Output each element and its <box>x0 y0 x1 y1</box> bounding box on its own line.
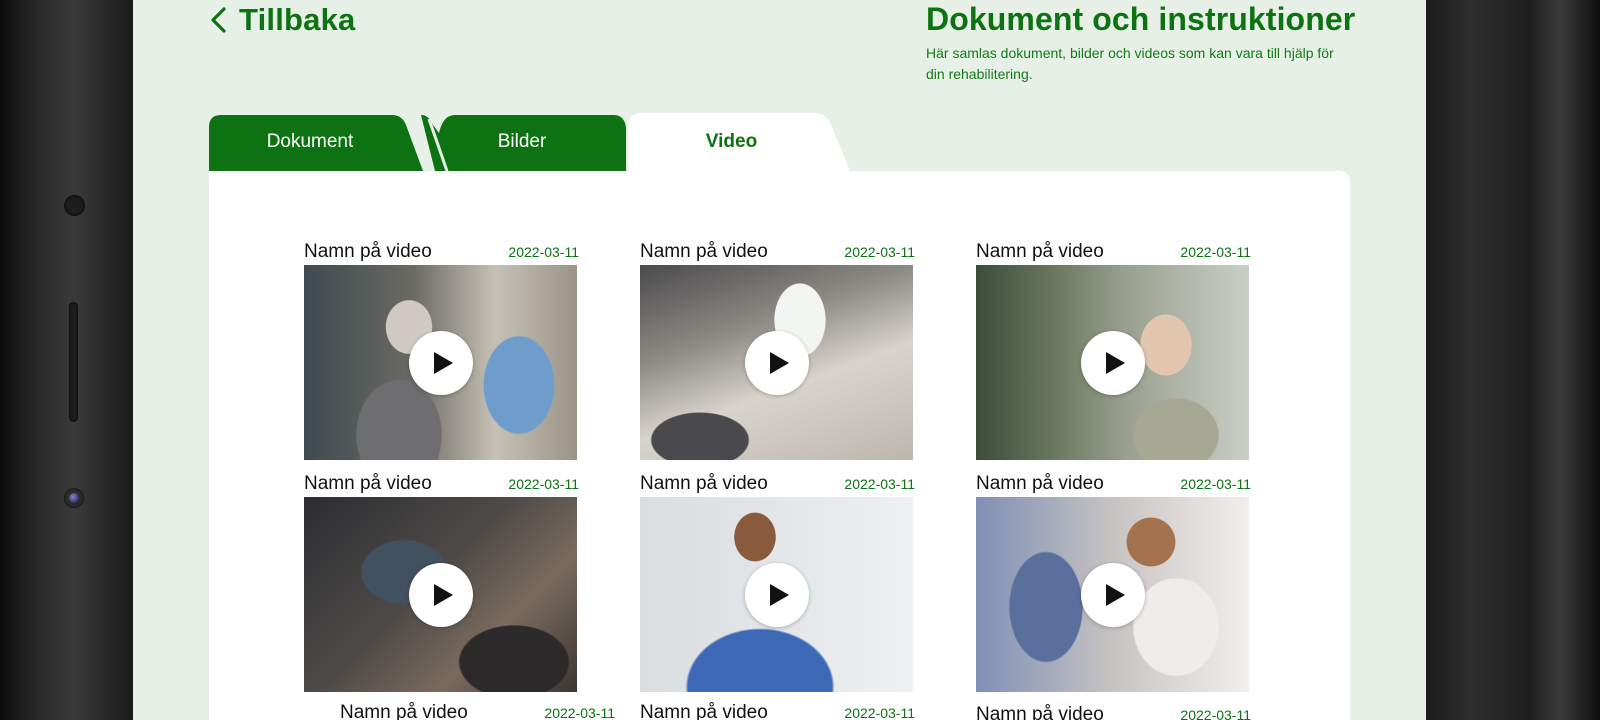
video-title: Namn på video <box>304 241 432 262</box>
back-label: Tillbaka <box>239 2 356 37</box>
video-card: Namn på video 2022-03-11 <box>640 241 915 460</box>
play-button[interactable] <box>744 562 809 627</box>
tab-bilder-label: Bilder <box>497 131 547 152</box>
video-title: Namn på video <box>976 241 1104 262</box>
video-title: Namn på video <box>640 473 768 494</box>
chevron-left-icon <box>211 7 226 33</box>
video-card: Namn på video 2022-03-11 <box>976 704 1251 720</box>
page-title: Dokument och instruktioner <box>926 1 1356 37</box>
video-thumbnail[interactable] <box>640 497 913 692</box>
video-date: 2022-03-11 <box>1180 476 1251 492</box>
page-subtitle: Här samlas dokument, bilder och videos s… <box>926 45 1334 82</box>
video-thumbnail[interactable] <box>976 497 1249 692</box>
play-icon <box>434 583 453 606</box>
play-button[interactable] <box>1080 562 1145 627</box>
app-screen: Tillbaka Dokument och instruktioner Här … <box>133 0 1426 720</box>
play-icon <box>770 583 789 606</box>
play-button[interactable] <box>408 330 473 395</box>
video-title: Namn på video <box>640 241 768 262</box>
tab-video[interactable]: Video <box>628 113 853 171</box>
video-card: Namn på video 2022-03-11 <box>976 241 1251 460</box>
video-thumbnail[interactable] <box>304 497 577 692</box>
device-sensor <box>64 195 85 216</box>
back-button[interactable]: Tillbaka <box>207 0 355 40</box>
video-title: Namn på video <box>976 704 1104 720</box>
tab-video-label: Video <box>705 131 758 152</box>
video-date: 2022-03-11 <box>508 476 579 492</box>
video-date: 2022-03-11 <box>544 705 615 720</box>
play-icon <box>1106 351 1125 374</box>
play-icon <box>434 351 453 374</box>
video-title: Namn på video <box>304 473 432 494</box>
device-side-button <box>69 302 78 422</box>
tab-dokument-label: Dokument <box>266 131 354 152</box>
video-card: Namn på video 2022-03-11 <box>976 473 1251 692</box>
video-title: Namn på video <box>976 473 1104 494</box>
video-date: 2022-03-11 <box>1180 244 1251 260</box>
video-card: Namn på video 2022-03-11 <box>304 241 579 460</box>
play-button[interactable] <box>744 330 809 395</box>
video-thumbnail[interactable] <box>640 265 913 460</box>
video-date: 2022-03-11 <box>844 476 915 492</box>
video-thumbnail[interactable] <box>304 265 577 460</box>
play-button[interactable] <box>408 562 473 627</box>
video-panel: Namn på video 2022-03-11 Namn på video 2… <box>209 171 1350 720</box>
video-card: Namn på video 2022-03-11 <box>640 473 915 692</box>
video-card: Namn på video 2022-03-11 <box>640 702 915 720</box>
device-camera-lens <box>64 488 84 508</box>
tab-dokument[interactable]: Dokument <box>209 113 429 171</box>
play-icon <box>770 351 789 374</box>
video-card: Namn på video 2022-03-11 <box>304 473 579 692</box>
video-date: 2022-03-11 <box>1180 707 1251 720</box>
tab-bilder[interactable]: Bilder <box>421 113 641 171</box>
video-date: 2022-03-11 <box>844 705 915 720</box>
video-date: 2022-03-11 <box>844 244 915 260</box>
video-thumbnail[interactable] <box>976 265 1249 460</box>
video-title: Namn på video <box>340 702 468 720</box>
video-card: Namn på video 2022-03-11 <box>340 702 615 720</box>
video-title: Namn på video <box>640 702 768 720</box>
play-icon <box>1106 583 1125 606</box>
play-button[interactable] <box>1080 330 1145 395</box>
video-date: 2022-03-11 <box>508 244 579 260</box>
